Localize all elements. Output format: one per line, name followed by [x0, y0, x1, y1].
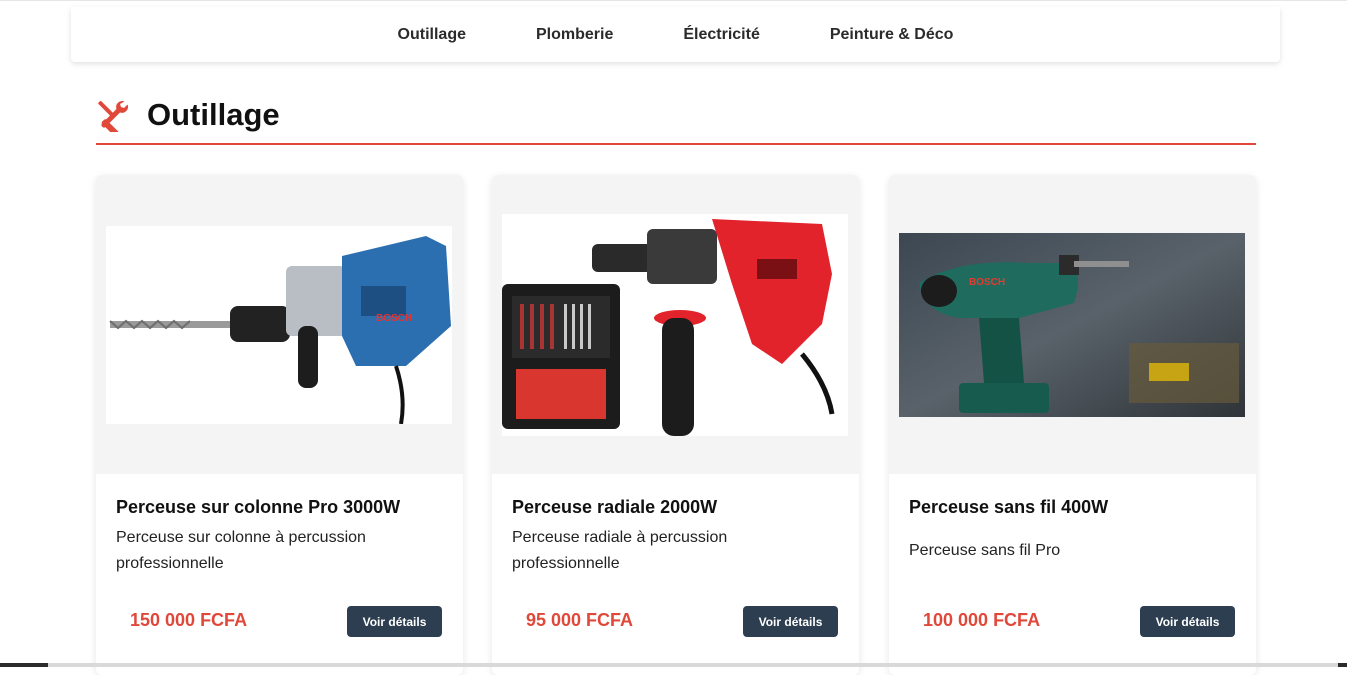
section-header: Outillage — [96, 87, 1256, 145]
product-price: 100 000 FCFA — [923, 610, 1041, 630]
view-details-button[interactable]: Voir détails — [1140, 606, 1235, 637]
impact-drill-kit-image[interactable] — [502, 214, 848, 436]
view-details-button[interactable]: Voir détails — [743, 606, 838, 637]
product-card: Perceuse radiale 2000W Perceuse radiale … — [492, 175, 859, 675]
rotary-hammer-drill-image[interactable]: BOSCH — [106, 226, 452, 424]
product-name: Perceuse radiale 2000W — [512, 497, 718, 517]
product-image-area — [492, 175, 859, 474]
product-card: BOSCH Perceuse sur colonne Pro 3000W Per… — [96, 175, 463, 675]
page: Outillage Plomberie Électricité Peinture… — [0, 0, 1347, 675]
svg-text:BOSCH: BOSCH — [969, 277, 1005, 288]
nav-item-outillage[interactable]: Outillage — [398, 26, 466, 44]
product-price: 95 000 FCFA — [526, 610, 634, 630]
cordless-drill-image[interactable]: BOSCH — [899, 233, 1245, 417]
view-details-button[interactable]: Voir détails — [347, 606, 442, 637]
nav-item-peinture-deco[interactable]: Peinture & Déco — [830, 26, 954, 44]
scrollbar-thumb[interactable] — [48, 663, 1338, 667]
product-price: 150 000 FCFA — [130, 610, 248, 630]
nav-item-plomberie[interactable]: Plomberie — [536, 26, 613, 44]
product-description: Perceuse sur colonne à percussion profes… — [116, 529, 366, 572]
product-card: BOSCH Perceuse sans fil 400W Perceuse sa… — [889, 175, 1256, 675]
top-nav: Outillage Plomberie Électricité Peinture… — [71, 7, 1280, 62]
product-image-area: BOSCH — [96, 175, 463, 474]
nav-item-electricite[interactable]: Électricité — [683, 26, 759, 44]
section-title: Outillage — [147, 97, 280, 132]
product-name: Perceuse sur colonne Pro 3000W — [116, 497, 401, 517]
product-description: Perceuse radiale à percussion profession… — [512, 529, 728, 572]
tools-icon — [98, 100, 128, 132]
product-image-area: BOSCH — [889, 175, 1256, 474]
svg-text:BOSCH: BOSCH — [376, 313, 412, 324]
product-name: Perceuse sans fil 400W — [909, 497, 1109, 517]
horizontal-scrollbar[interactable] — [0, 663, 1347, 667]
product-description: Perceuse sans fil Pro — [909, 542, 1061, 559]
